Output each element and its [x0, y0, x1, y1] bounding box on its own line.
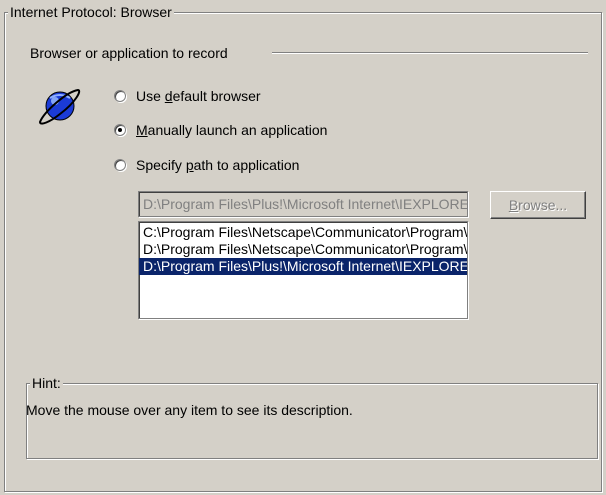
- hint-title: Hint:: [30, 374, 63, 392]
- radio-specify-path[interactable]: Specify path to application: [114, 156, 299, 174]
- internet-explorer-globe-icon: [38, 88, 81, 125]
- section-divider: [272, 52, 588, 54]
- radio-manually-launch[interactable]: Manually launch an application: [114, 121, 327, 139]
- hint-text: Move the mouse over any item to see its …: [26, 402, 353, 418]
- application-path-input[interactable]: D:\Program Files\Plus!\Microsoft Interne…: [138, 191, 468, 217]
- radio-button-default[interactable]: [114, 90, 126, 102]
- radio-label-default: Use default browser: [136, 88, 261, 104]
- groupbox-title: Internet Protocol: Browser: [8, 3, 174, 21]
- hint-groupbox: [26, 383, 598, 459]
- list-item[interactable]: D:\Program Files\Netscape\Communicator\P…: [139, 241, 467, 258]
- browser-section-label: Browser or application to record: [30, 44, 242, 62]
- radio-button-path[interactable]: [114, 159, 126, 171]
- radio-use-default-browser[interactable]: Use default browser: [114, 87, 261, 105]
- radio-button-manual[interactable]: [114, 124, 126, 136]
- list-item[interactable]: C:\Program Files\Netscape\Communicator\P…: [139, 224, 467, 241]
- browse-button[interactable]: Browse...: [490, 191, 586, 219]
- radio-label-manual: Manually launch an application: [136, 122, 328, 138]
- list-item-selected[interactable]: D:\Program Files\Plus!\Microsoft Interne…: [139, 258, 467, 275]
- radio-label-path: Specify path to application: [136, 157, 300, 173]
- application-path-list[interactable]: C:\Program Files\Netscape\Communicator\P…: [138, 221, 468, 319]
